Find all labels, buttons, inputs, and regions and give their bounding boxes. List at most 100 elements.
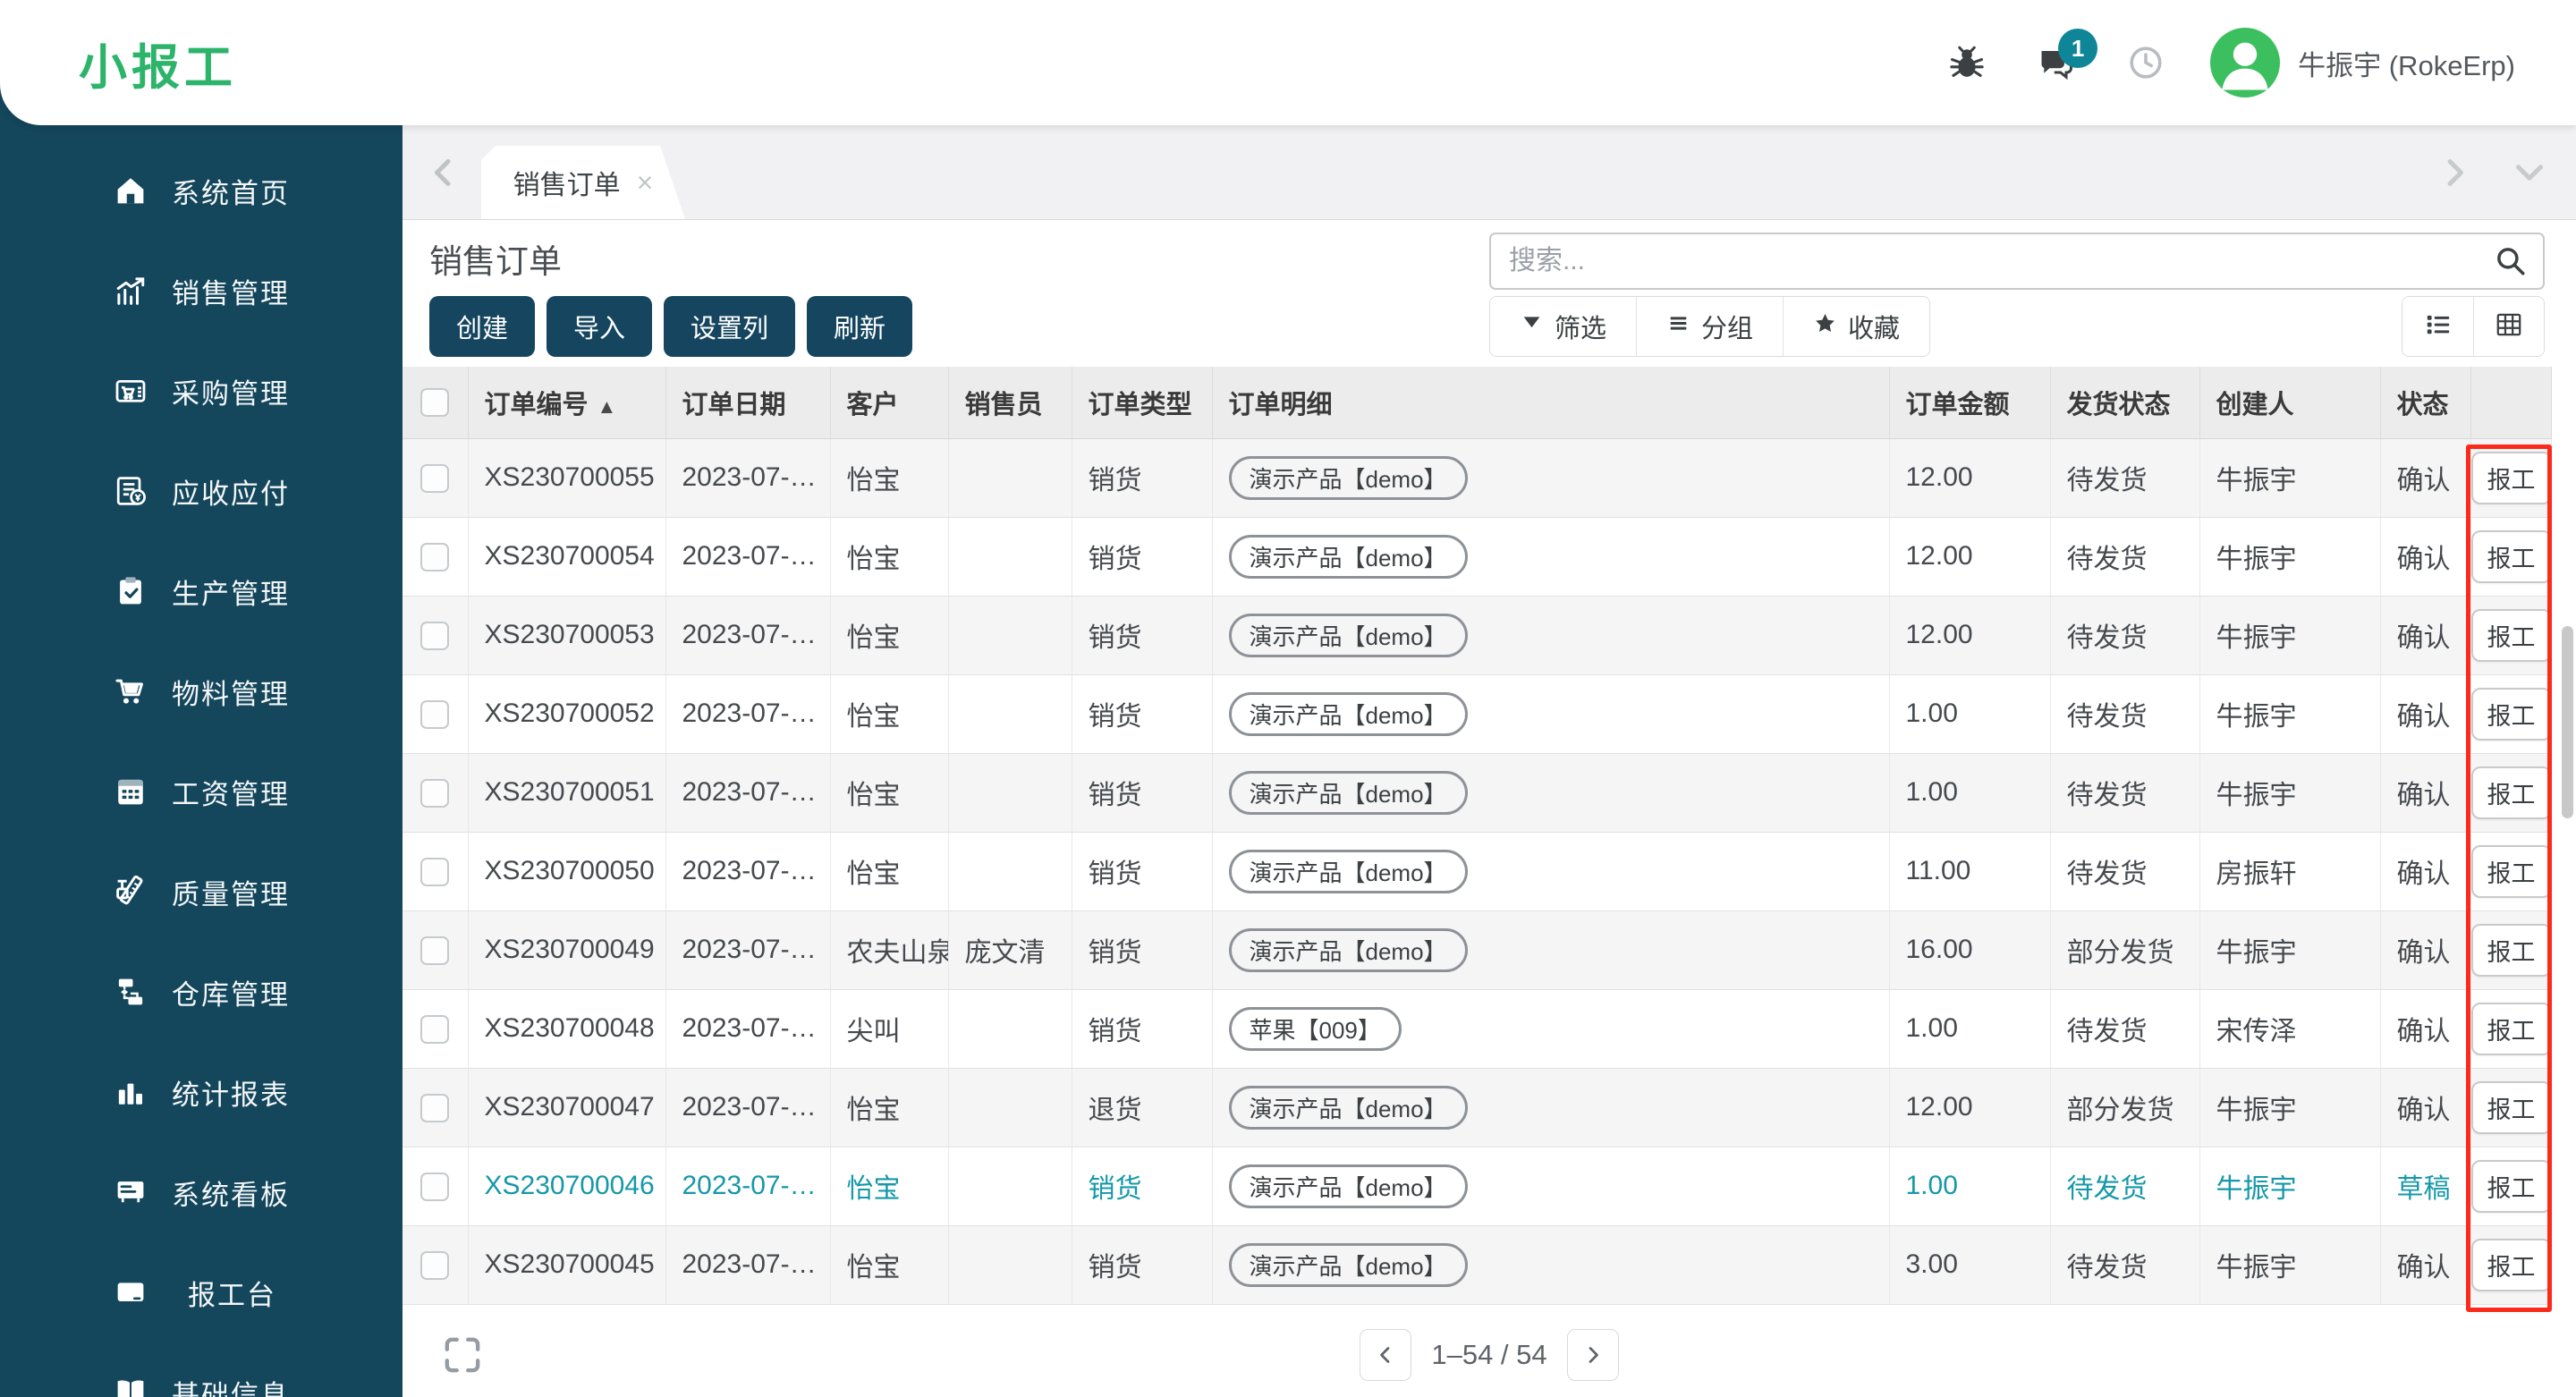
report-work-button[interactable]: 报工 [2470,451,2550,504]
report-work-button[interactable]: 报工 [2470,844,2550,898]
cell-order-no[interactable]: XS230700052 [468,674,666,754]
grid-view-button[interactable] [2473,297,2544,356]
report-work-button[interactable]: 报工 [2470,529,2550,583]
row-checkbox[interactable] [420,1251,450,1281]
row-checkbox[interactable] [420,1015,450,1045]
report-work-button[interactable]: 报工 [2470,1238,2550,1291]
table-row[interactable]: XS230700051 2023-07-… 怡宝 销货 演示产品【demo】 1.00 待发… [402,753,2552,833]
table-row[interactable]: XS230700055 2023-07-… 怡宝 销货 演示产品【demo】 12.00 待… [402,438,2552,518]
activity-clock-icon[interactable] [2124,41,2167,84]
column-header[interactable]: 订单金额 [1889,367,2051,439]
column-header[interactable]: 客户 [830,367,949,439]
vertical-scrollbar[interactable] [2562,626,2573,818]
column-header[interactable]: 销售员 [948,367,1072,439]
row-checkbox-cell [402,1147,469,1226]
table-row[interactable]: XS230700054 2023-07-… 怡宝 销货 演示产品【demo】 12.00 待… [402,517,2552,597]
cell-report-work: 报工 [2470,438,2552,518]
row-checkbox[interactable] [420,543,450,572]
cell-order-no[interactable]: XS230700049 [468,910,666,990]
tabs-scroll-right-icon[interactable] [2436,155,2472,190]
sidebar-item-7[interactable]: 工资管理 [0,741,402,842]
table-row[interactable]: XS230700052 2023-07-… 怡宝 销货 演示产品【demo】 1.00 待发… [402,674,2552,754]
sidebar-item-1[interactable]: 系统首页 [0,140,402,241]
sidebar-item-label: 生产管理 [172,578,290,610]
filter-button-2[interactable]: 分组 [1637,297,1784,356]
row-checkbox[interactable] [420,1094,450,1123]
select-all-checkbox[interactable] [420,388,450,418]
report-work-button[interactable]: 报工 [2470,1002,2550,1055]
report-work-button[interactable]: 报工 [2470,923,2550,977]
table-row[interactable]: XS230700050 2023-07-… 怡宝 销货 演示产品【demo】 11.00 待… [402,832,2552,911]
bug-icon[interactable] [1945,41,1988,84]
messages-icon[interactable]: 1 [2035,29,2098,84]
cell-order-no[interactable]: XS230700054 [468,517,666,597]
row-checkbox[interactable] [420,464,450,494]
cell-order-no[interactable]: XS230700045 [468,1225,666,1305]
sidebar-item-4[interactable]: 应收应付 [0,441,402,541]
cell-order-no[interactable]: XS230700053 [468,596,666,675]
cell-order-no[interactable]: XS230700055 [468,438,666,518]
table-row[interactable]: XS230700047 2023-07-… 怡宝 退货 演示产品【demo】 12.00 部… [402,1068,2552,1147]
cell-order-no[interactable]: XS230700046 [468,1147,666,1226]
tabs-scroll-left-icon[interactable] [426,155,462,190]
sidebar-item-5[interactable]: 生产管理 [0,541,402,641]
sidebar-item-6[interactable]: 物料管理 [0,641,402,741]
toolbar-button-3[interactable]: 设置列 [664,296,796,357]
column-header[interactable]: 订单明细 [1212,367,1890,439]
user-name[interactable]: 牛振宇 (RokeErp) [2298,43,2515,83]
column-header[interactable]: 订单编号 ▲ [468,367,666,439]
column-header[interactable]: 创建人 [2199,367,2381,439]
avatar[interactable] [2210,28,2281,97]
sidebar-item-2[interactable]: 销售管理 [0,241,402,341]
cell-order-no[interactable]: XS230700050 [468,832,666,911]
table-row[interactable]: XS230700053 2023-07-… 怡宝 销货 演示产品【demo】 12.00 待… [402,596,2552,675]
table-row[interactable]: XS230700049 2023-07-… 农夫山泉 庞文清 销货 演示产品【demo】 1… [402,910,2552,990]
tabs-dropdown-icon[interactable] [2512,155,2547,190]
column-header[interactable]: 状态 [2380,367,2471,439]
row-checkbox[interactable] [420,936,450,966]
column-header[interactable]: 订单日期 [665,367,831,439]
sidebar-item-13[interactable]: 基础信息 [0,1342,402,1397]
column-header[interactable]: 发货状态 [2050,367,2200,439]
table-row[interactable]: XS230700048 2023-07-… 尖叫 销货 苹果【009】 1.00 待发货 宋传… [402,989,2552,1069]
pagination-prev-button[interactable] [1360,1329,1412,1381]
star-icon [1813,311,1837,343]
row-checkbox[interactable] [420,700,450,730]
sidebar-item-12[interactable]: 报工台 [0,1242,402,1342]
table-row[interactable]: XS230700046 2023-07-… 怡宝 销货 演示产品【demo】 1.00 待发… [402,1147,2552,1226]
sidebar-item-11[interactable]: 系统看板 [0,1142,402,1242]
filter-button-3[interactable]: 收藏 [1784,297,1930,356]
column-header[interactable]: 订单类型 [1072,367,1213,439]
toolbar-button-1[interactable]: 创建 [429,296,536,357]
cell-order-no[interactable]: XS230700047 [468,1068,666,1147]
cell-delivery-status: 部分发货 [2050,910,2200,990]
list-view-button[interactable] [2402,297,2473,356]
tab-close-icon[interactable]: × [637,166,654,199]
row-checkbox[interactable] [420,858,450,887]
cell-delivery-status: 待发货 [2050,1225,2200,1305]
toolbar-button-2[interactable]: 导入 [547,296,653,357]
row-checkbox[interactable] [420,1173,450,1202]
report-work-button[interactable]: 报工 [2470,687,2550,741]
toolbar-button-4[interactable]: 刷新 [807,296,913,357]
sidebar-item-8[interactable]: 质量管理 [0,842,402,942]
sidebar-item-9[interactable]: 仓库管理 [0,942,402,1042]
table-row[interactable]: XS230700045 2023-07-… 怡宝 销货 演示产品【demo】 3.00 待发… [402,1225,2552,1305]
sidebar-item-10[interactable]: 统计报表 [0,1042,402,1142]
row-checkbox[interactable] [420,779,450,809]
report-work-button[interactable]: 报工 [2470,608,2550,662]
report-work-button[interactable]: 报工 [2470,1159,2550,1213]
cell-salesperson [948,1068,1072,1147]
search-input[interactable] [1491,246,2493,276]
cell-order-no[interactable]: XS230700048 [468,989,666,1069]
search-icon[interactable] [2493,243,2529,279]
report-work-button[interactable]: 报工 [2470,766,2550,819]
filter-button-1[interactable]: 筛选 [1490,297,1638,356]
pagination-next-button[interactable] [1566,1329,1619,1381]
report-work-button[interactable]: 报工 [2470,1080,2550,1134]
row-checkbox[interactable] [420,622,450,651]
expand-selection-icon[interactable] [440,1333,485,1377]
tab-sales-orders[interactable]: 销售订单 × [481,146,685,219]
cell-order-no[interactable]: XS230700051 [468,753,666,833]
sidebar-item-3[interactable]: 采购管理 [0,341,402,441]
